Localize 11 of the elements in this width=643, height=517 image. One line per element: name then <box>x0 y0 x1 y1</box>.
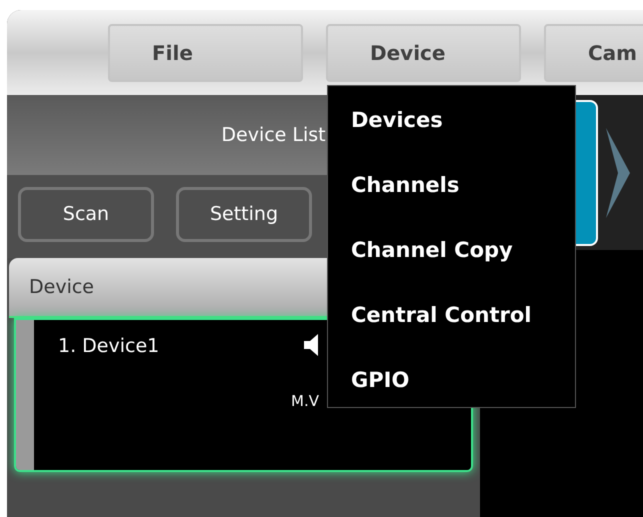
menu-item[interactable]: Devices <box>351 104 575 137</box>
toolbar-button[interactable]: Scan <box>18 187 154 242</box>
menu-tab[interactable]: Cam <box>544 24 643 82</box>
menu-tab[interactable]: File <box>108 24 303 82</box>
menu-item[interactable]: Channels <box>351 169 575 202</box>
panel-title: Device List <box>221 122 326 148</box>
device-name: 1. Device1 <box>58 334 160 359</box>
device-detail: M.V <box>291 391 319 412</box>
menu-tab[interactable]: Device <box>326 24 521 82</box>
chevron-icon <box>606 128 630 218</box>
toolbar-button[interactable]: Setting <box>176 187 312 242</box>
